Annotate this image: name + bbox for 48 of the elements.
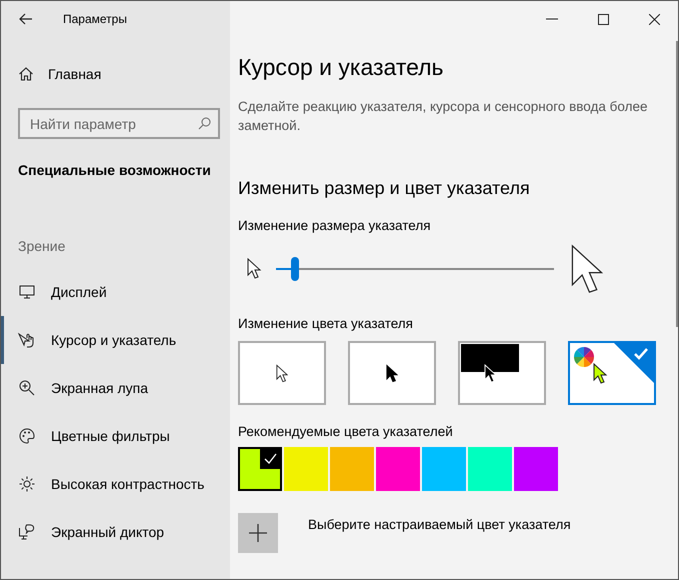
home-icon bbox=[18, 66, 34, 82]
solid-cursor-icon bbox=[386, 364, 398, 382]
size-label: Изменение размера указателя bbox=[238, 218, 432, 233]
monitor-icon bbox=[18, 285, 36, 299]
plus-icon bbox=[249, 524, 267, 542]
color-swatch[interactable] bbox=[422, 447, 466, 491]
search-icon bbox=[198, 117, 211, 130]
narrator-icon bbox=[18, 524, 36, 540]
large-cursor-icon bbox=[570, 243, 604, 295]
check-icon bbox=[260, 449, 280, 469]
add-color-button[interactable] bbox=[238, 513, 278, 553]
color-swatch[interactable] bbox=[514, 447, 558, 491]
page-description: Сделайте реакцию указателя, курсора и сенсорного ввода более заметной. bbox=[238, 98, 648, 135]
nav-item[interactable]: Экранная лупа bbox=[1, 364, 230, 412]
color-swatch[interactable] bbox=[330, 447, 374, 491]
nav-item[interactable]: Цветные фильтры bbox=[1, 412, 230, 460]
page-title: Курсор и указатель bbox=[238, 54, 445, 81]
sun-icon bbox=[18, 476, 36, 492]
section-title: Специальные возможности bbox=[17, 162, 212, 178]
color-swatch[interactable] bbox=[238, 447, 282, 491]
color-swatch[interactable] bbox=[468, 447, 512, 491]
palette-icon bbox=[18, 428, 36, 444]
size-slider[interactable] bbox=[276, 257, 554, 281]
slider-thumb[interactable] bbox=[291, 257, 300, 281]
section-heading: Изменить размер и цвет указателя bbox=[238, 178, 531, 199]
selected-check-icon bbox=[614, 343, 654, 383]
close-icon[interactable] bbox=[649, 14, 660, 24]
back-arrow-icon[interactable] bbox=[19, 13, 33, 25]
outlined-cursor-icon bbox=[276, 364, 288, 382]
window-title: Параметры bbox=[63, 12, 127, 26]
custom-color-label: Выберите настраиваемый цвет указателя bbox=[308, 517, 571, 532]
maximize-icon[interactable] bbox=[598, 14, 609, 24]
hand-pointer-icon bbox=[18, 332, 36, 348]
group-label: Зрение bbox=[17, 238, 66, 254]
color-label: Изменение цвета указателя bbox=[238, 316, 414, 331]
recommended-label: Рекомендуемые цвета указателей bbox=[238, 424, 454, 439]
zoom-in-icon bbox=[18, 380, 36, 396]
pointer-style-option[interactable] bbox=[458, 341, 546, 405]
nav-item[interactable]: Дисплей bbox=[1, 268, 230, 316]
nav-item[interactable]: Экранный диктор bbox=[1, 508, 230, 556]
search-field[interactable]: Найти параметр bbox=[18, 108, 220, 139]
minimize-icon[interactable] bbox=[546, 18, 558, 20]
color-swatch[interactable] bbox=[376, 447, 420, 491]
small-cursor-icon bbox=[246, 258, 262, 280]
color-swatch[interactable] bbox=[284, 447, 328, 491]
home-nav-item[interactable]: Главная bbox=[1, 54, 230, 94]
scrollbar[interactable] bbox=[676, 41, 678, 327]
nav-item[interactable]: Высокая контрастность bbox=[1, 460, 230, 508]
